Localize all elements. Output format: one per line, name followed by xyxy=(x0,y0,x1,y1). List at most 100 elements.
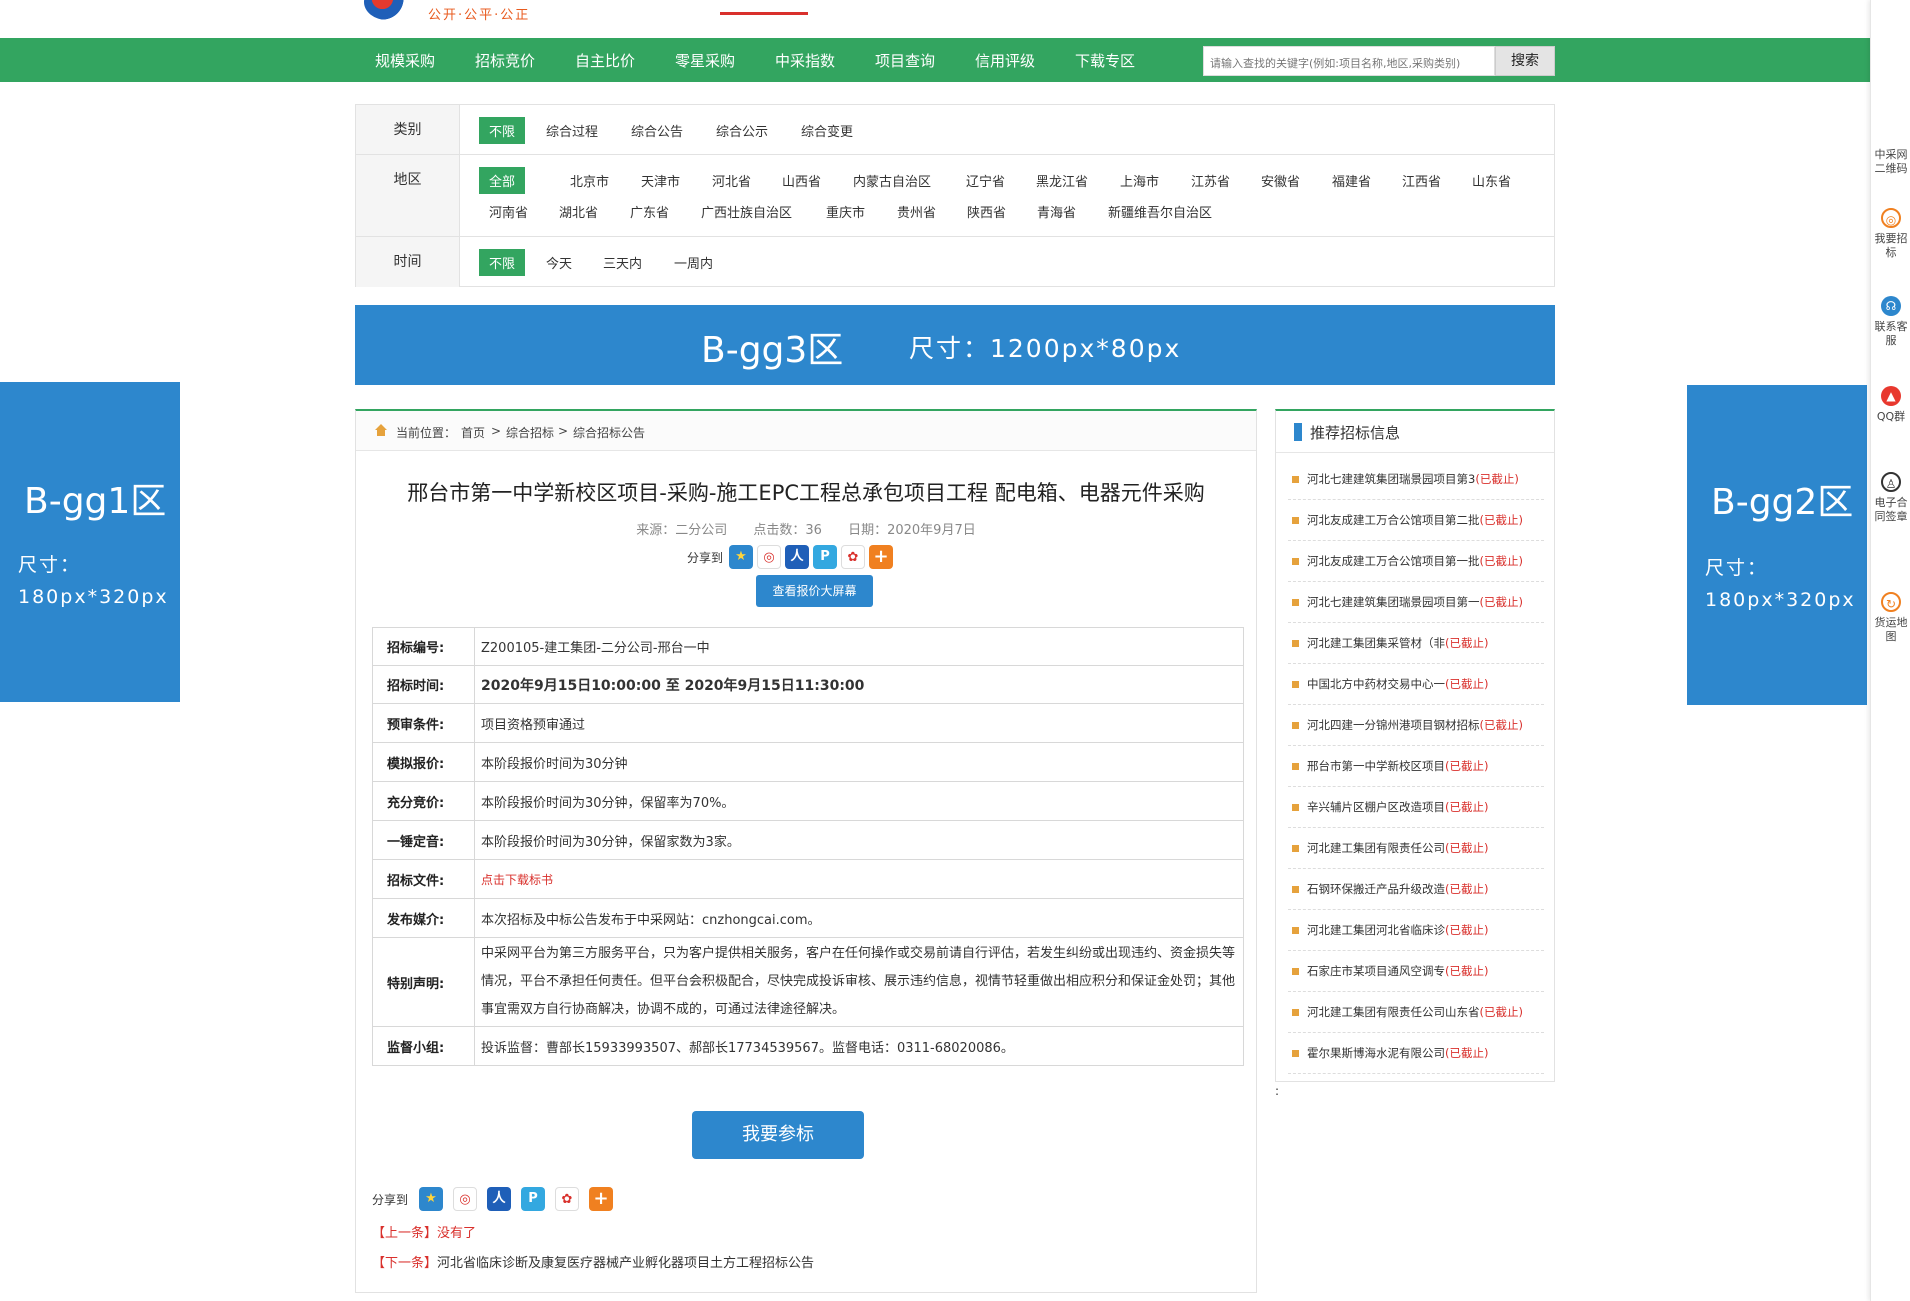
share-pengyou-icon[interactable]: P xyxy=(521,1187,545,1211)
region-option[interactable]: 广东省 xyxy=(630,202,669,221)
recommend-item[interactable]: 邢台市第一中学新校区项目(已截止) xyxy=(1288,746,1544,787)
recommend-item[interactable]: 霍尔果斯博海水泥有限公司(已截止) xyxy=(1288,1033,1544,1074)
share-qzone-icon[interactable]: ★ xyxy=(419,1187,443,1211)
region-option[interactable]: 河北省 xyxy=(712,171,751,190)
nav-item-scale-purchase[interactable]: 规模采购 xyxy=(375,50,435,71)
share-more-icon[interactable]: + xyxy=(589,1187,613,1211)
next-article-link[interactable]: 【下一条】河北省临床诊断及康复医疗器械产业孵化器项目土方工程招标公告 xyxy=(372,1252,814,1271)
share-renren-icon[interactable]: 人 xyxy=(785,545,809,569)
ad-banner-gg3[interactable]: B-gg3区 尺寸：1200px*80px xyxy=(355,305,1555,385)
ad-banner-gg2[interactable]: B-gg2区 尺寸： 180px*320px xyxy=(1687,385,1867,705)
breadcrumb-home[interactable]: 首页 xyxy=(461,424,485,441)
region-option[interactable]: 福建省 xyxy=(1332,171,1371,190)
region-option[interactable]: 山西省 xyxy=(782,171,821,190)
share-renren-icon[interactable]: 人 xyxy=(487,1187,511,1211)
site-logo[interactable] xyxy=(364,0,410,20)
post-tender-button[interactable]: ◎ 我要招标 xyxy=(1871,208,1910,260)
info-key: 特别声明: xyxy=(372,937,475,1027)
recommend-item[interactable]: 河北友成建工万合公馆项目第一批(已截止) xyxy=(1288,541,1544,582)
ad-gg1-title: B-gg1区 xyxy=(24,481,167,522)
view-bigscreen-button[interactable]: 查看报价大屏幕 xyxy=(756,575,873,607)
qq-group-button[interactable]: ▲ QQ群 xyxy=(1871,386,1910,424)
search-input[interactable]: 请输入查找的关键字(例如:项目名称,地区,采购类别) xyxy=(1203,46,1495,76)
share-tencent-icon[interactable]: ✿ xyxy=(841,545,865,569)
region-option[interactable]: 北京市 xyxy=(570,171,609,190)
time-option-any[interactable]: 不限 xyxy=(479,249,526,276)
recommend-item[interactable]: 石家庄市某项目通风空调专(已截止) xyxy=(1288,951,1544,992)
region-option[interactable]: 陕西省 xyxy=(967,202,1006,221)
region-option[interactable]: 江苏省 xyxy=(1191,171,1230,190)
recommend-item[interactable]: 河北七建建筑集团瑞景园项目第3(已截止) xyxy=(1288,459,1544,500)
share-tencent-icon[interactable]: ✿ xyxy=(555,1187,579,1211)
prev-article-link[interactable]: 【上一条】没有了 xyxy=(372,1222,476,1241)
recommend-item[interactable]: 中国北方中药材交易中心一(已截止) xyxy=(1288,664,1544,705)
category-option[interactable]: 综合过程 xyxy=(546,121,598,140)
customer-service-button[interactable]: ☊ 联系客服 xyxy=(1871,296,1910,348)
share-weibo-icon[interactable]: ◎ xyxy=(757,545,781,569)
recommend-item[interactable]: 河北四建一分锦州港项目钢材招标(已截止) xyxy=(1288,705,1544,746)
nav-item-project-query[interactable]: 项目查询 xyxy=(875,50,935,71)
region-option[interactable]: 上海市 xyxy=(1120,171,1159,190)
nav-item-small-purchase[interactable]: 零星采购 xyxy=(675,50,735,71)
time-option[interactable]: 三天内 xyxy=(603,253,642,272)
region-option[interactable]: 江西省 xyxy=(1402,171,1441,190)
region-option[interactable]: 安徽省 xyxy=(1261,171,1300,190)
info-key: 招标时间: xyxy=(372,665,475,704)
search-button[interactable]: 搜索 xyxy=(1495,46,1555,76)
nav-item-credit-rating[interactable]: 信用评级 xyxy=(975,50,1035,71)
nav-item-downloads[interactable]: 下载专区 xyxy=(1075,50,1135,71)
recommend-item[interactable]: 辛兴辅片区棚户区改造项目(已截止) xyxy=(1288,787,1544,828)
bullet-icon xyxy=(1292,681,1299,688)
time-option[interactable]: 今天 xyxy=(546,253,572,272)
freight-map-button[interactable]: ↻ 货运地图 xyxy=(1871,592,1910,644)
recommend-item[interactable]: 石钢环保搬迁产品升级改造(已截止) xyxy=(1288,869,1544,910)
share-qzone-icon[interactable]: ★ xyxy=(729,545,753,569)
category-option[interactable]: 综合公示 xyxy=(716,121,768,140)
recommend-item[interactable]: 河北建工集团有限责任公司山东省(已截止) xyxy=(1288,992,1544,1033)
prev-text: 没有了 xyxy=(437,1226,477,1241)
region-option[interactable]: 贵州省 xyxy=(897,202,936,221)
recommend-item[interactable]: 河北友成建工万合公馆项目第二批(已截止) xyxy=(1288,500,1544,541)
region-option[interactable]: 重庆市 xyxy=(826,202,865,221)
e-contract-button[interactable]: ♙ 电子合同签章 xyxy=(1871,472,1910,524)
recommend-item[interactable]: 河北建工集团集采管材（非(已截止) xyxy=(1288,623,1544,664)
info-value: 项目资格预审通过 xyxy=(474,703,1244,743)
article-panel: 当前位置： 首页 > 综合招标 > 综合招标公告 邢台市第一中学新校区项目-采购… xyxy=(355,409,1257,1293)
route-icon: ↻ xyxy=(1881,592,1901,612)
region-option[interactable]: 天津市 xyxy=(641,171,680,190)
category-option[interactable]: 综合公告 xyxy=(631,121,683,140)
nav-item-self-compare[interactable]: 自主比价 xyxy=(575,50,635,71)
region-option[interactable]: 新疆维吾尔自治区 xyxy=(1108,202,1212,221)
table-row: 充分竞价: 本阶段报价时间为30分钟，保留率为70%。 xyxy=(372,781,1244,821)
share-pengyou-icon[interactable]: P xyxy=(813,545,837,569)
qr-code-button[interactable]: 中采网二维码 xyxy=(1871,148,1910,176)
main-nav: 规模采购 招标竞价 自主比价 零星采购 中采指数 项目查询 信用评级 下载专区 … xyxy=(0,38,1870,82)
category-option[interactable]: 综合变更 xyxy=(801,121,853,140)
bullet-icon xyxy=(1292,845,1299,852)
recommend-item[interactable]: 河北七建建筑集团瑞景园项目第一(已截止) xyxy=(1288,582,1544,623)
region-option[interactable]: 山东省 xyxy=(1472,171,1511,190)
nav-item-index[interactable]: 中采指数 xyxy=(775,50,835,71)
region-option[interactable]: 广西壮族自治区 xyxy=(701,202,792,221)
region-option[interactable]: 辽宁省 xyxy=(966,171,1005,190)
filter-row-time: 时间 不限 今天 三天内 一周内 xyxy=(356,237,1554,287)
recommend-item[interactable]: 河北建工集团有限责任公司(已截止) xyxy=(1288,828,1544,869)
share-weibo-icon[interactable]: ◎ xyxy=(453,1187,477,1211)
region-option[interactable]: 黑龙江省 xyxy=(1036,171,1088,190)
download-tender-doc-link[interactable]: 点击下载标书 xyxy=(474,859,1244,899)
region-option[interactable]: 河南省 xyxy=(489,202,528,221)
join-bid-button[interactable]: 我要参标 xyxy=(692,1111,864,1159)
article-date: 日期：2020年9月7日 xyxy=(848,523,976,538)
region-option[interactable]: 青海省 xyxy=(1037,202,1076,221)
region-option[interactable]: 内蒙古自治区 xyxy=(853,171,931,190)
nav-item-bidding[interactable]: 招标竞价 xyxy=(475,50,535,71)
region-option[interactable]: 湖北省 xyxy=(559,202,598,221)
category-option-any[interactable]: 不限 xyxy=(479,117,526,144)
recommend-item[interactable]: 河北建工集团河北省临床诊(已截止) xyxy=(1288,910,1544,951)
region-option-all[interactable]: 全部 xyxy=(479,167,526,194)
time-option[interactable]: 一周内 xyxy=(674,253,713,272)
breadcrumb-current[interactable]: 综合招标公告 xyxy=(573,424,645,441)
share-more-icon[interactable]: + xyxy=(869,545,893,569)
ad-banner-gg1[interactable]: B-gg1区 尺寸： 180px*320px xyxy=(0,382,180,702)
breadcrumb-category[interactable]: 综合招标 xyxy=(506,424,554,441)
